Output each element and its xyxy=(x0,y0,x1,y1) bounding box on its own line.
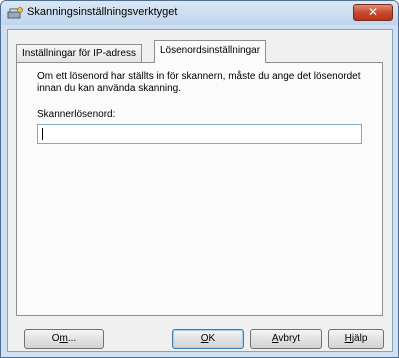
about-button[interactable]: Om... xyxy=(24,329,104,349)
cancel-button[interactable]: Avbryt xyxy=(250,329,322,349)
title-bar[interactable]: Skanningsinställningsverktyget ✕ xyxy=(1,1,398,25)
about-label-suffix: ... xyxy=(67,333,77,344)
scanner-settings-icon xyxy=(7,7,23,19)
password-info-text: Om ett lösenord har ställts in för skann… xyxy=(37,71,361,94)
tab-panel-password: Om ett lösenord har ställts in för skann… xyxy=(16,62,383,316)
ok-label-suffix: K xyxy=(208,333,216,344)
help-label-suffix: jälp xyxy=(351,333,368,344)
about-label-prefix: O xyxy=(51,333,60,344)
password-field-label: Skannerlösenord: xyxy=(37,109,116,120)
ok-button[interactable]: OK xyxy=(172,329,244,349)
scanner-password-input[interactable] xyxy=(37,124,362,144)
close-button[interactable]: ✕ xyxy=(353,4,393,21)
ok-label-mnemonic: O xyxy=(200,333,209,344)
cancel-label-suffix: vbryt xyxy=(278,333,301,344)
help-label-mnemonic: H xyxy=(344,333,352,344)
about-label-mnemonic: m xyxy=(59,333,68,344)
tab-ip-settings[interactable]: Inställningar för IP-adress xyxy=(16,44,142,62)
window-title: Skanningsinställningsverktyget xyxy=(27,6,178,18)
help-button[interactable]: Hjälp xyxy=(328,329,384,349)
close-icon: ✕ xyxy=(367,5,379,19)
tab-password-settings[interactable]: Lösenordsinställningar xyxy=(154,40,267,63)
text-caret xyxy=(42,128,43,140)
tab-password-settings-label: Lösenordsinställningar xyxy=(160,45,261,56)
tab-ip-settings-label: Inställningar för IP-adress xyxy=(22,48,136,59)
